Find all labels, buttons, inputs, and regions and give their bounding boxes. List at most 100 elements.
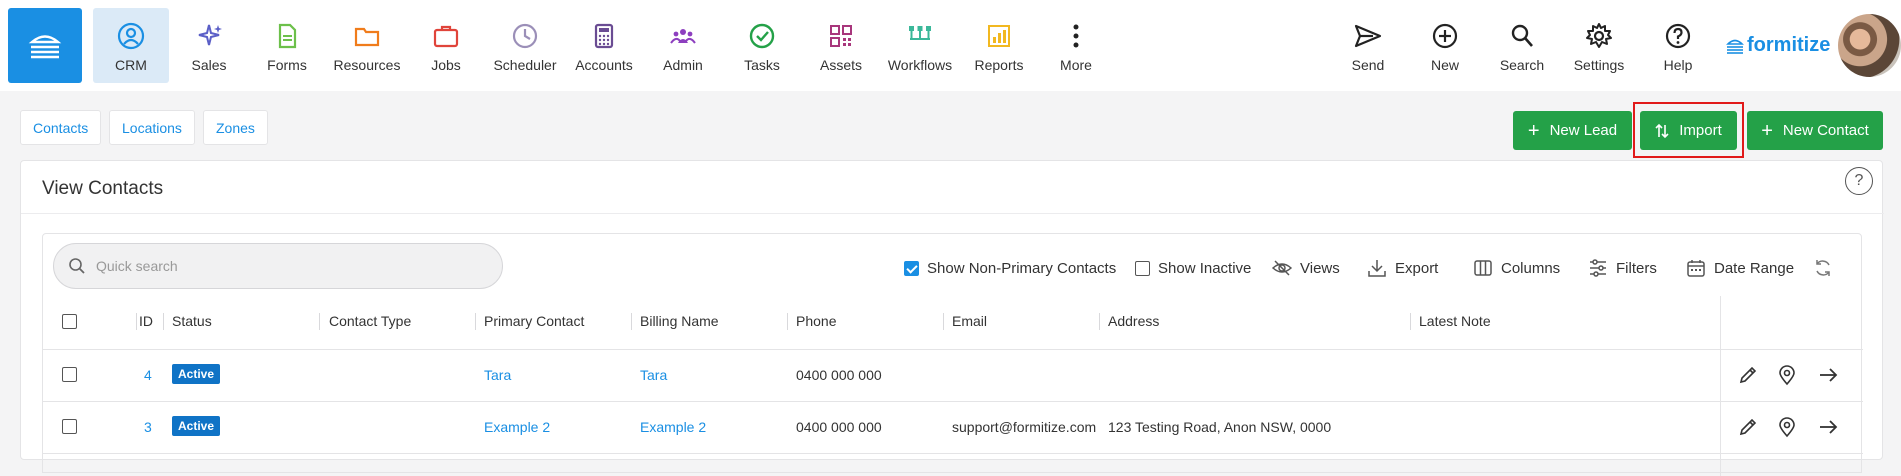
tab-zones[interactable]: Zones — [203, 110, 268, 145]
cell-id[interactable]: 3 — [144, 419, 152, 435]
nav-label: Resources — [333, 57, 401, 73]
home-logo-icon — [28, 34, 62, 58]
column-header-email[interactable]: Email — [952, 313, 987, 329]
column-header-contact-type[interactable]: Contact Type — [329, 313, 411, 329]
row-checkbox[interactable] — [62, 419, 77, 434]
cell-phone: 0400 000 000 — [796, 419, 882, 435]
column-header-status[interactable]: Status — [172, 313, 212, 329]
sliders-icon — [1590, 259, 1606, 277]
select-all-checkbox[interactable] — [62, 314, 77, 329]
nav-item-jobs[interactable]: Jobs — [408, 8, 484, 83]
nav-item-assets[interactable]: Assets — [803, 8, 879, 83]
send-icon — [1354, 24, 1382, 48]
nav-item-scheduler[interactable]: Scheduler — [487, 8, 563, 83]
columns-icon — [1474, 260, 1492, 276]
column-header-phone[interactable]: Phone — [796, 313, 836, 329]
user-circle-icon — [117, 22, 145, 50]
cell-billing-name[interactable]: Tara — [640, 367, 667, 383]
column-separator — [1410, 313, 1411, 330]
checkbox-checked[interactable] — [904, 260, 919, 276]
user-avatar[interactable] — [1838, 14, 1901, 77]
chart-icon — [988, 25, 1010, 47]
views-button[interactable]: Views — [1272, 258, 1340, 278]
show-inactive-toggle[interactable]: Show Inactive — [1135, 258, 1251, 278]
column-header-primary-contact[interactable]: Primary Contact — [484, 313, 584, 329]
row-divider — [43, 401, 1863, 402]
row-checkbox[interactable] — [62, 367, 77, 382]
date-range-button[interactable]: Date Range — [1686, 258, 1794, 278]
column-header-address[interactable]: Address — [1108, 313, 1159, 329]
show-non-primary-toggle[interactable]: Show Non-Primary Contacts — [904, 258, 1116, 278]
new-lead-button[interactable]: + New Lead — [1513, 111, 1632, 150]
cell-primary-contact[interactable]: Example 2 — [484, 419, 550, 435]
column-header-billing-name[interactable]: Billing Name — [640, 313, 719, 329]
help-button[interactable]: ? — [1845, 167, 1873, 195]
refresh-button[interactable] — [1813, 258, 1833, 278]
nav-label: Accounts — [575, 57, 633, 73]
nav-item-tasks[interactable]: Tasks — [724, 8, 800, 83]
nav-item-help[interactable]: Help — [1640, 8, 1716, 83]
brand-logo[interactable]: formitize — [1726, 34, 1830, 57]
nav-label: Workflows — [887, 57, 953, 73]
nav-item-settings[interactable]: Settings — [1561, 8, 1637, 83]
quick-search[interactable] — [53, 243, 503, 289]
checkbox-unchecked[interactable] — [1135, 260, 1150, 276]
nav-label: Send — [1351, 57, 1385, 73]
brand-name: formitize — [1747, 34, 1831, 56]
nav-item-more[interactable]: More — [1038, 8, 1114, 83]
nav-item-crm[interactable]: CRM — [93, 8, 169, 83]
nav-item-new[interactable]: New — [1407, 8, 1483, 83]
plus-circle-icon — [1432, 23, 1458, 49]
cell-address: 123 Testing Road, Anon NSW, 0000 — [1108, 419, 1332, 435]
row-divider — [43, 453, 1863, 454]
arrow-right-icon[interactable] — [1817, 416, 1839, 438]
cell-primary-contact[interactable]: Tara — [484, 367, 511, 383]
nav-label: CRM — [115, 57, 147, 73]
location-pin-icon[interactable] — [1776, 416, 1798, 438]
nav-label: Jobs — [431, 57, 461, 73]
edit-pencil-icon[interactable] — [1737, 416, 1759, 438]
tab-contacts[interactable]: Contacts — [20, 110, 102, 145]
nav-item-send[interactable]: Send — [1330, 8, 1406, 83]
document-icon — [278, 23, 297, 49]
columns-label: Columns — [1501, 259, 1561, 277]
nav-item-admin[interactable]: Admin — [645, 8, 721, 83]
nav-item-workflows[interactable]: Workflows — [882, 8, 958, 83]
column-separator — [319, 313, 320, 330]
qr-code-icon — [830, 25, 852, 47]
location-pin-icon[interactable] — [1776, 364, 1798, 386]
views-label: Views — [1300, 259, 1340, 277]
column-separator — [1099, 313, 1100, 330]
column-separator — [475, 313, 476, 330]
nav-item-search[interactable]: Search — [1484, 8, 1560, 83]
column-header-id[interactable]: ID — [139, 313, 153, 329]
nav-label: Search — [1499, 57, 1545, 73]
columns-button[interactable]: Columns — [1473, 258, 1560, 278]
nav-item-reports[interactable]: Reports — [961, 8, 1037, 83]
nav-item-accounts[interactable]: Accounts — [566, 8, 642, 83]
gear-icon — [1586, 23, 1612, 48]
cell-billing-name[interactable]: Example 2 — [640, 419, 706, 435]
column-header-latest-note[interactable]: Latest Note — [1419, 313, 1491, 329]
tab-locations[interactable]: Locations — [109, 110, 195, 145]
new-contact-button[interactable]: + New Contact — [1747, 111, 1883, 150]
edit-pencil-icon[interactable] — [1737, 364, 1759, 386]
column-separator — [136, 313, 137, 330]
nav-label: Forms — [267, 57, 307, 73]
arrow-right-icon[interactable] — [1817, 364, 1839, 386]
divider — [21, 213, 1884, 214]
status-badge: Active — [172, 416, 221, 436]
show-non-primary-label: Show Non-Primary Contacts — [927, 259, 1117, 277]
app-home-button[interactable] — [8, 8, 82, 83]
filters-button[interactable]: Filters — [1588, 258, 1657, 278]
export-button[interactable]: Export — [1367, 258, 1438, 278]
nav-item-forms[interactable]: Forms — [249, 8, 325, 83]
clock-icon — [512, 23, 538, 49]
plus-icon: + — [1527, 119, 1540, 142]
cell-id[interactable]: 4 — [144, 367, 152, 383]
search-input[interactable] — [96, 258, 476, 274]
status-badge: Active — [172, 364, 221, 384]
nav-item-resources[interactable]: Resources — [329, 8, 405, 83]
sparkle-icon — [198, 24, 222, 46]
nav-item-sales[interactable]: Sales — [171, 8, 247, 83]
